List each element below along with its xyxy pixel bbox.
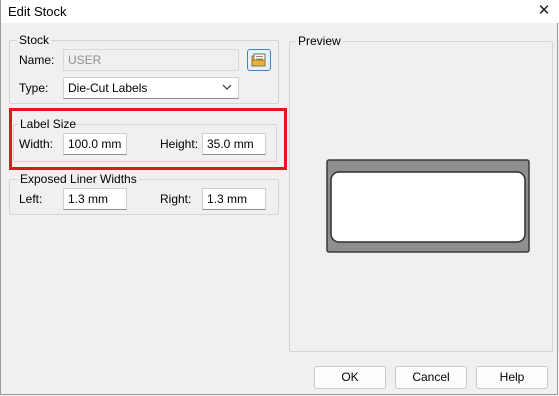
folder-icon	[251, 53, 266, 67]
title-bar: Edit Stock ✕	[1, 0, 559, 23]
chevron-down-icon	[222, 84, 232, 90]
label-shape	[330, 171, 526, 243]
left-label: Left:	[19, 192, 43, 206]
type-dropdown-value: Die-Cut Labels	[68, 81, 148, 95]
type-label: Type:	[19, 81, 49, 95]
ok-button[interactable]: OK	[314, 366, 386, 389]
close-icon[interactable]: ✕	[532, 1, 556, 21]
right-label: Right:	[160, 192, 192, 206]
preview-group-label: Preview	[296, 34, 343, 48]
stock-group-label: Stock	[17, 33, 52, 47]
right-field[interactable]: 1.3 mm	[202, 188, 266, 210]
window-title: Edit Stock	[8, 4, 67, 19]
left-field[interactable]: 1.3 mm	[63, 188, 127, 210]
edit-stock-dialog: Edit Stock ✕ Stock Name: USER Type: Die-…	[0, 0, 559, 395]
label-preview	[326, 159, 530, 253]
highlight-box	[9, 108, 287, 170]
name-field[interactable]: USER	[63, 49, 239, 71]
cancel-button[interactable]: Cancel	[395, 366, 467, 389]
liner-widths-group-label: Exposed Liner Widths	[18, 172, 139, 186]
browse-button[interactable]	[247, 49, 271, 71]
type-dropdown[interactable]: Die-Cut Labels	[63, 77, 239, 99]
help-button[interactable]: Help	[476, 366, 548, 389]
name-label: Name:	[19, 53, 55, 67]
